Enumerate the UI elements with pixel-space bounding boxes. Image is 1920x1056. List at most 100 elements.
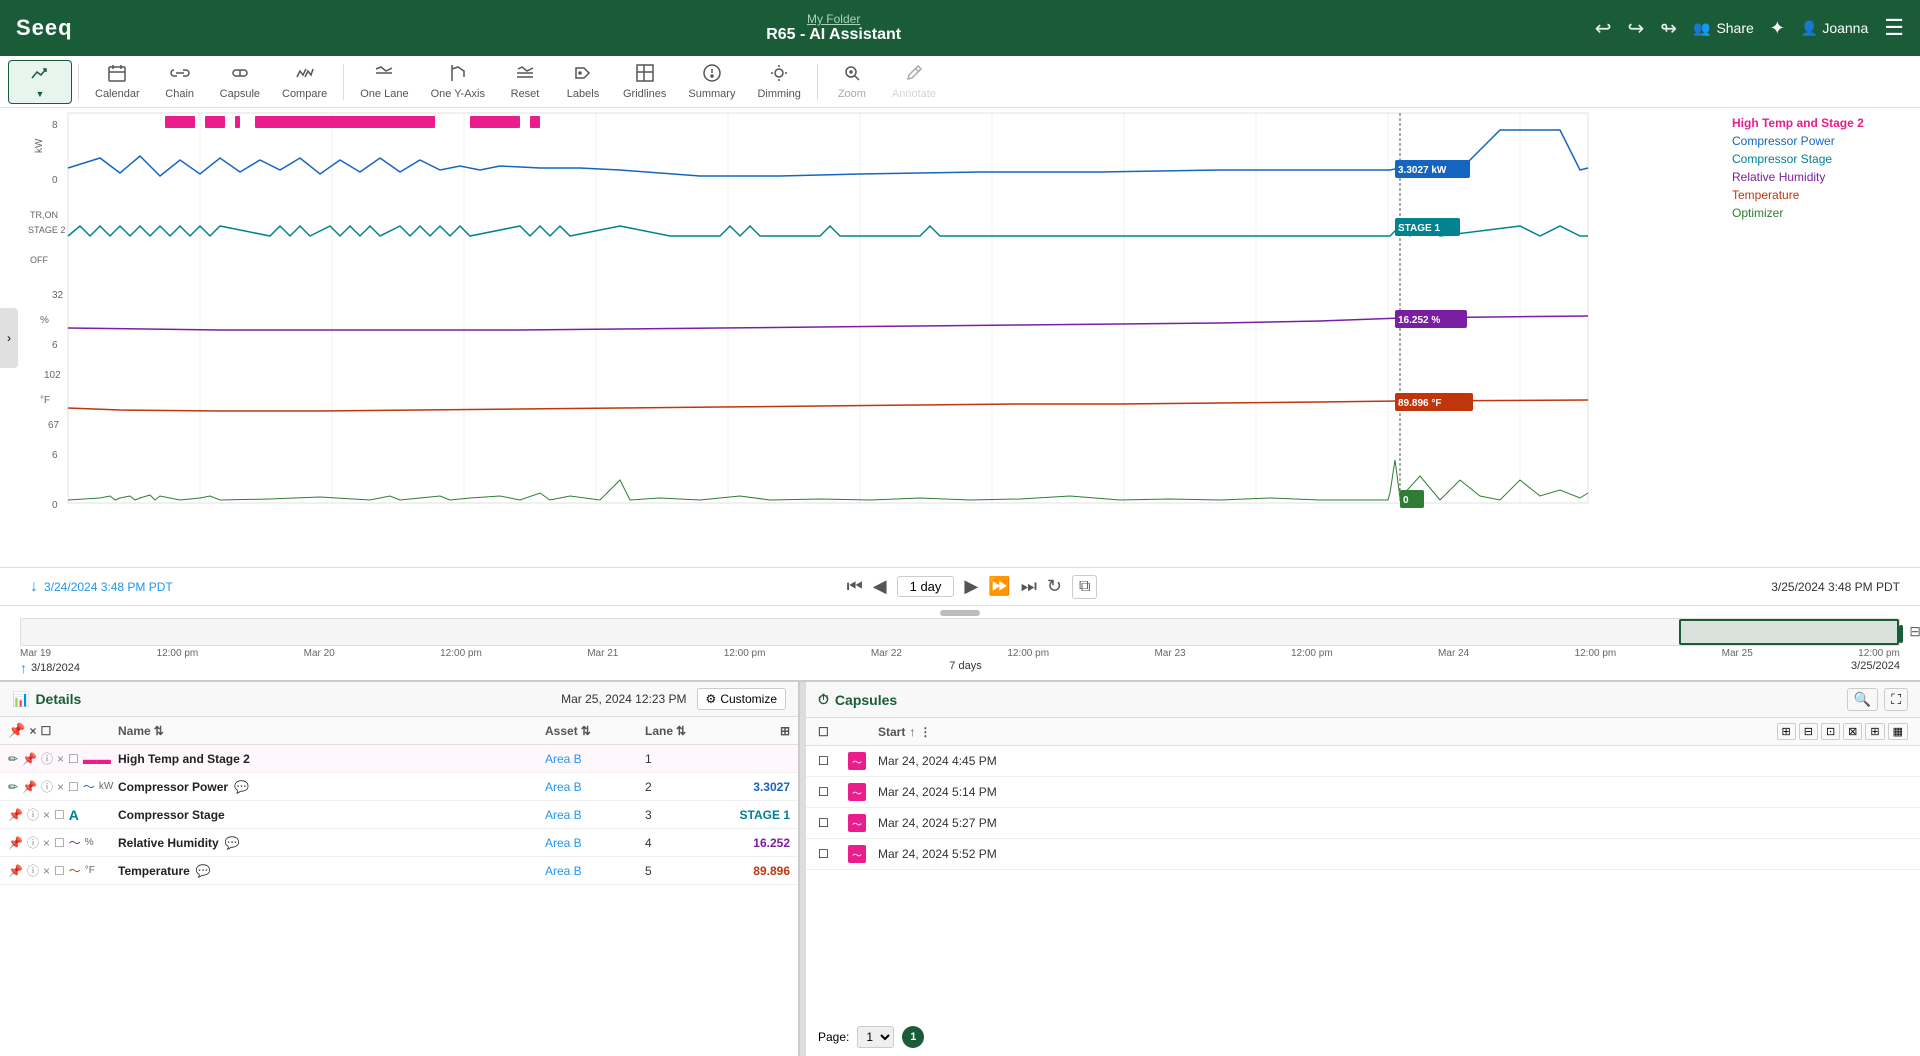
- row-2-info-icon[interactable]: ⓘ: [41, 778, 53, 795]
- row-4-check-icon[interactable]: ☐: [54, 836, 65, 850]
- row-5-chat-icon[interactable]: 💬: [196, 864, 211, 878]
- th-lane[interactable]: Lane ⇅: [645, 724, 710, 738]
- ai-button[interactable]: ✦: [1770, 18, 1785, 39]
- row-1-info-icon[interactable]: ⓘ: [41, 750, 53, 767]
- folder-link[interactable]: My Folder: [807, 12, 860, 26]
- row-2-pin-icon[interactable]: 📌: [22, 780, 37, 794]
- cap-action-5[interactable]: ⊞: [1865, 723, 1884, 740]
- nav-selection-window[interactable]: [1679, 619, 1899, 645]
- toolbar-trend-button[interactable]: ▼: [8, 60, 72, 104]
- reset-icon: [515, 63, 535, 86]
- row-5-close-icon[interactable]: ×: [43, 864, 50, 878]
- step-back-button[interactable]: ◀: [873, 576, 887, 597]
- details-header-right: Mar 25, 2024 12:23 PM ⚙ Customize: [561, 688, 786, 710]
- svg-text:8: 8: [52, 120, 58, 131]
- share-button[interactable]: 👥 Share: [1693, 20, 1754, 37]
- one-y-axis-icon: [448, 63, 468, 86]
- row-4-info-icon[interactable]: ⓘ: [27, 834, 39, 851]
- row-3-icons: 📌 ⓘ × ☐ A: [8, 806, 118, 823]
- labels-icon: [573, 63, 593, 86]
- th-name[interactable]: Name ⇅: [118, 724, 545, 738]
- start-time: ↓ 3/24/2024 3:48 PM PDT: [30, 578, 173, 596]
- row-3-close-icon[interactable]: ×: [43, 808, 50, 822]
- row-4-pin-icon[interactable]: 📌: [8, 836, 23, 850]
- header-left: Seeq: [16, 15, 73, 41]
- nav-timeline[interactable]: ⊟: [20, 618, 1900, 646]
- fast-forward-button[interactable]: ⏩: [988, 576, 1010, 597]
- row-1-close-icon[interactable]: ×: [57, 752, 64, 766]
- chart-expand-button[interactable]: ›: [0, 308, 18, 368]
- play-button[interactable]: ▶: [964, 576, 978, 597]
- toolbar-calendar-button[interactable]: Calendar: [85, 60, 150, 104]
- copy-button[interactable]: ⧉: [1072, 575, 1097, 599]
- row-1-pin-icon[interactable]: 📌: [22, 752, 37, 766]
- dimming-icon: [769, 63, 789, 86]
- refresh-button[interactable]: ↻: [1047, 576, 1062, 597]
- nav-resize-handle[interactable]: [1899, 625, 1903, 643]
- row-3-text-icon: A: [69, 807, 79, 823]
- row-3-check-icon[interactable]: ☐: [54, 808, 65, 822]
- th-settings-icon[interactable]: ⊞: [780, 724, 790, 738]
- user-button[interactable]: 👤 Joanna: [1801, 20, 1868, 37]
- row-1-asset[interactable]: Area B: [545, 752, 645, 766]
- row-4-close-icon[interactable]: ×: [43, 836, 50, 850]
- row-2-asset[interactable]: Area B: [545, 780, 645, 794]
- skip-back-button[interactable]: ⏮: [847, 576, 863, 597]
- toolbar-labels-button[interactable]: Labels: [555, 60, 611, 104]
- th-icons-area: 📌 × ☐: [8, 722, 118, 739]
- row-5-check-icon[interactable]: ☐: [54, 864, 65, 878]
- redo-button[interactable]: ↪: [1627, 16, 1644, 41]
- toolbar-zoom-button[interactable]: Zoom: [824, 60, 880, 104]
- capsule-row: ☐ 〜 Mar 24, 2024 5:52 PM: [806, 839, 1920, 870]
- cap-row-2-check[interactable]: ☐: [818, 785, 848, 799]
- capsule-icon: [230, 63, 250, 86]
- row-1-check-icon[interactable]: ☐: [68, 752, 79, 766]
- nav-scale-icon[interactable]: ⊟: [1909, 623, 1920, 640]
- menu-button[interactable]: ☰: [1884, 15, 1904, 41]
- cap-action-6[interactable]: ▦: [1888, 723, 1908, 740]
- toolbar-capsule-button[interactable]: Capsule: [210, 60, 270, 104]
- toolbar-dimming-button[interactable]: Dimming: [747, 60, 810, 104]
- row-5-info-icon[interactable]: ⓘ: [27, 862, 39, 879]
- row-2-close-icon[interactable]: ×: [57, 780, 64, 794]
- toolbar-compare-button[interactable]: Compare: [272, 60, 337, 104]
- forward-button[interactable]: ↬: [1660, 16, 1677, 41]
- cap-action-1[interactable]: ⊞: [1777, 723, 1796, 740]
- customize-button[interactable]: ⚙ Customize: [697, 688, 786, 710]
- cap-row-4-check[interactable]: ☐: [818, 847, 848, 861]
- user-icon: 👤: [1801, 20, 1818, 37]
- toolbar-gridlines-button[interactable]: Gridlines: [613, 60, 676, 104]
- cap-action-2[interactable]: ⊟: [1799, 723, 1818, 740]
- toolbar-annotate-button[interactable]: Annotate: [882, 60, 946, 104]
- toolbar-chain-button[interactable]: Chain: [152, 60, 208, 104]
- row-4-chat-icon[interactable]: 💬: [225, 836, 240, 850]
- capsules-expand-button[interactable]: ⛶: [1884, 688, 1908, 711]
- row-5-asset[interactable]: Area B: [545, 864, 645, 878]
- row-4-icons: 📌 ⓘ × ☐ 〜 %: [8, 834, 118, 851]
- row-5-pin-icon[interactable]: 📌: [8, 864, 23, 878]
- page-select[interactable]: 1: [857, 1026, 894, 1048]
- row-3-asset[interactable]: Area B: [545, 808, 645, 822]
- toolbar-one-y-axis-button[interactable]: One Y-Axis: [421, 60, 495, 104]
- skip-forward-button[interactable]: ⏭: [1021, 576, 1037, 597]
- cap-row-1-check[interactable]: ☐: [818, 754, 848, 768]
- toolbar-summary-button[interactable]: Summary: [678, 60, 745, 104]
- cap-action-4[interactable]: ⊠: [1843, 723, 1862, 740]
- capsules-zoom-button[interactable]: 🔍: [1847, 688, 1878, 711]
- cap-th-start[interactable]: Start ↑ ⋮: [878, 725, 1777, 739]
- row-2-edit-icon[interactable]: ✏: [8, 780, 18, 794]
- toolbar-reset-button[interactable]: Reset: [497, 60, 553, 104]
- row-3-info-icon[interactable]: ⓘ: [27, 806, 39, 823]
- row-3-pin-icon[interactable]: 📌: [8, 808, 23, 822]
- row-2-check-icon[interactable]: ☐: [68, 780, 79, 794]
- row-2-chat-icon[interactable]: 💬: [234, 780, 249, 794]
- toolbar-one-lane-button[interactable]: One Lane: [350, 60, 418, 104]
- nav-drag-handle[interactable]: [20, 610, 1900, 616]
- cap-action-3[interactable]: ⊡: [1821, 723, 1840, 740]
- th-asset[interactable]: Asset ⇅: [545, 724, 645, 738]
- row-1-edit-icon[interactable]: ✏: [8, 752, 18, 766]
- row-4-asset[interactable]: Area B: [545, 836, 645, 850]
- row-4-lane: 4: [645, 836, 710, 850]
- cap-row-3-check[interactable]: ☐: [818, 816, 848, 830]
- undo-button[interactable]: ↩: [1595, 16, 1612, 41]
